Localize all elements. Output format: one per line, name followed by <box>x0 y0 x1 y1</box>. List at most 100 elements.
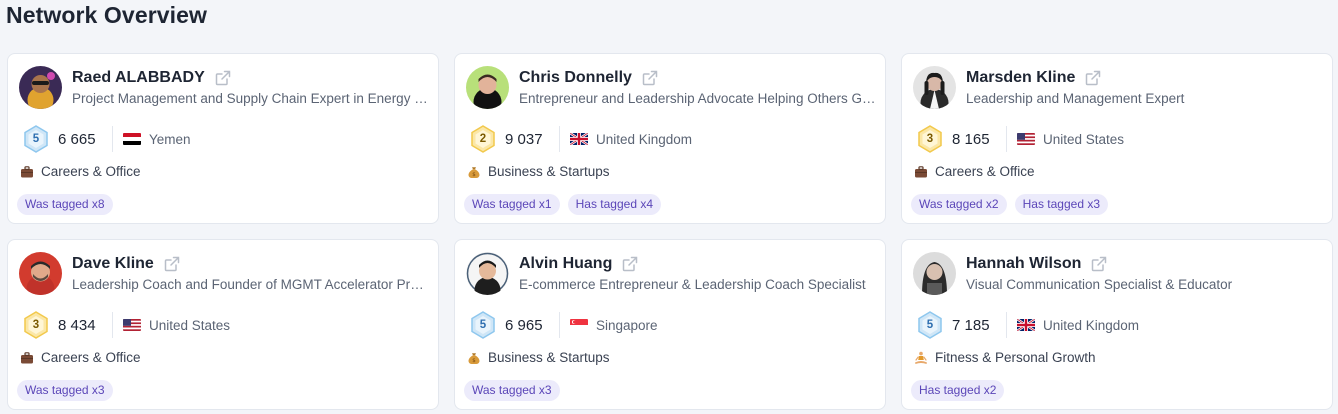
avatar[interactable] <box>913 66 956 109</box>
category: Careers & Office <box>20 350 141 365</box>
category-label: Careers & Office <box>935 164 1035 179</box>
profile-headline: Visual Communication Specialist & Educat… <box>966 277 1233 292</box>
profiles-grid: Raed ALABBADY Project Management and Sup… <box>7 53 1335 413</box>
divider <box>559 126 560 152</box>
briefcase-icon <box>21 165 33 177</box>
flag-uk-icon <box>570 133 588 145</box>
country-label: United States <box>149 317 231 333</box>
profile-stats: 3 8 434 United States <box>22 311 231 339</box>
avatar[interactable] <box>19 252 62 295</box>
external-link-icon[interactable] <box>1084 69 1102 87</box>
profile-card[interactable]: Hannah Wilson Visual Communication Speci… <box>901 239 1333 410</box>
tag-badge[interactable]: Has tagged x3 <box>1014 194 1108 215</box>
profile-headline: Leadership Coach and Founder of MGMT Acc… <box>72 277 430 292</box>
profile-name[interactable]: Dave Kline <box>72 255 154 273</box>
profile-stats: 5 6 665 Yemen <box>22 125 191 153</box>
level-badge: 3 <box>22 311 50 339</box>
level-number: 5 <box>479 319 487 331</box>
briefcase-icon <box>21 351 33 363</box>
external-link-icon[interactable] <box>1090 255 1108 273</box>
category-label: Careers & Office <box>41 350 141 365</box>
follower-count: 7 185 <box>952 316 990 334</box>
country-label: United Kingdom <box>596 131 693 147</box>
tag-badge[interactable]: Was tagged x2 <box>911 194 1007 215</box>
tag-badge[interactable]: Has tagged x4 <box>567 194 661 215</box>
flag-us-icon <box>123 319 141 331</box>
follower-count: 9 037 <box>505 130 543 148</box>
tag-list: Was tagged x3 <box>17 380 113 401</box>
avatar[interactable] <box>466 66 509 109</box>
country-label: United Kingdom <box>1043 317 1140 333</box>
tag-badge[interactable]: Has tagged x2 <box>911 380 1005 401</box>
profile-name[interactable]: Raed ALABBADY <box>72 69 205 87</box>
avatar[interactable] <box>19 66 62 109</box>
tag-badge[interactable]: Was tagged x3 <box>17 380 113 401</box>
profile-name[interactable]: Marsden Kline <box>966 69 1075 87</box>
profile-stats: 5 6 965 Singapore <box>469 311 658 339</box>
level-badge: 2 <box>469 125 497 153</box>
level-number: 5 <box>32 133 40 145</box>
level-number: 3 <box>926 133 934 145</box>
follower-count: 8 434 <box>58 316 96 334</box>
level-number: 3 <box>32 319 40 331</box>
category: $ Business & Startups <box>467 164 610 179</box>
tag-badge[interactable]: Was tagged x1 <box>464 194 560 215</box>
category: Fitness & Personal Growth <box>914 350 1096 365</box>
category: $ Business & Startups <box>467 350 610 365</box>
profile-headline: Leadership and Management Expert <box>966 91 1185 106</box>
profile-card[interactable]: Dave Kline Leadership Coach and Founder … <box>7 239 439 410</box>
flag-singapore-icon <box>570 319 588 331</box>
profile-stats: 3 8 165 United States <box>916 125 1125 153</box>
briefcase-icon <box>915 165 927 177</box>
avatar[interactable] <box>913 252 956 295</box>
page-title: Network Overview <box>6 2 208 28</box>
profile-card[interactable]: Raed ALABBADY Project Management and Sup… <box>7 53 439 224</box>
category-label: Business & Startups <box>488 164 610 179</box>
external-link-icon[interactable] <box>641 69 659 87</box>
tag-badge[interactable]: Was tagged x8 <box>17 194 113 215</box>
profile-headline: Project Management and Supply Chain Expe… <box>72 91 430 106</box>
category-label: Fitness & Personal Growth <box>935 350 1096 365</box>
category-label: Business & Startups <box>488 350 610 365</box>
external-link-icon[interactable] <box>163 255 181 273</box>
follower-count: 8 165 <box>952 130 990 148</box>
tag-badge[interactable]: Was tagged x3 <box>464 380 560 401</box>
level-number: 5 <box>926 319 934 331</box>
money-bag-icon: $ <box>468 352 480 364</box>
profile-name[interactable]: Hannah Wilson <box>966 255 1081 273</box>
svg-text:$: $ <box>472 172 476 178</box>
tag-list: Was tagged x3 <box>464 380 560 401</box>
profile-card[interactable]: Chris Donnelly Entrepreneur and Leadersh… <box>454 53 886 224</box>
tag-list: Was tagged x1 Has tagged x4 <box>464 194 661 215</box>
category: Careers & Office <box>20 164 141 179</box>
country-label: Singapore <box>596 317 658 333</box>
country-label: United States <box>1043 131 1125 147</box>
tag-list: Was tagged x2 Has tagged x3 <box>911 194 1108 215</box>
external-link-icon[interactable] <box>214 69 232 87</box>
profile-headline: E-commerce Entrepreneur & Leadership Coa… <box>519 277 866 292</box>
profile-stats: 5 7 185 United Kingdom <box>916 311 1140 339</box>
category: Careers & Office <box>914 164 1035 179</box>
divider <box>1006 126 1007 152</box>
level-badge: 5 <box>22 125 50 153</box>
profile-card[interactable]: Alvin Huang E-commerce Entrepreneur & Le… <box>454 239 886 410</box>
flag-yemen-icon <box>123 133 141 145</box>
divider <box>112 126 113 152</box>
divider <box>559 312 560 338</box>
profile-card[interactable]: Marsden Kline Leadership and Management … <box>901 53 1333 224</box>
avatar[interactable] <box>466 252 509 295</box>
profile-name[interactable]: Chris Donnelly <box>519 69 632 87</box>
level-badge: 5 <box>916 311 944 339</box>
flag-us-icon <box>1017 133 1035 145</box>
profile-headline: Entrepreneur and Leadership Advocate Hel… <box>519 91 877 106</box>
profile-name[interactable]: Alvin Huang <box>519 255 612 273</box>
money-bag-icon: $ <box>468 166 480 178</box>
person-meditating-icon <box>915 351 927 364</box>
level-badge: 5 <box>469 311 497 339</box>
level-badge: 3 <box>916 125 944 153</box>
follower-count: 6 965 <box>505 316 543 334</box>
profile-stats: 2 9 037 United Kingdom <box>469 125 693 153</box>
external-link-icon[interactable] <box>621 255 639 273</box>
tag-list: Was tagged x8 <box>17 194 113 215</box>
level-number: 2 <box>479 133 487 145</box>
